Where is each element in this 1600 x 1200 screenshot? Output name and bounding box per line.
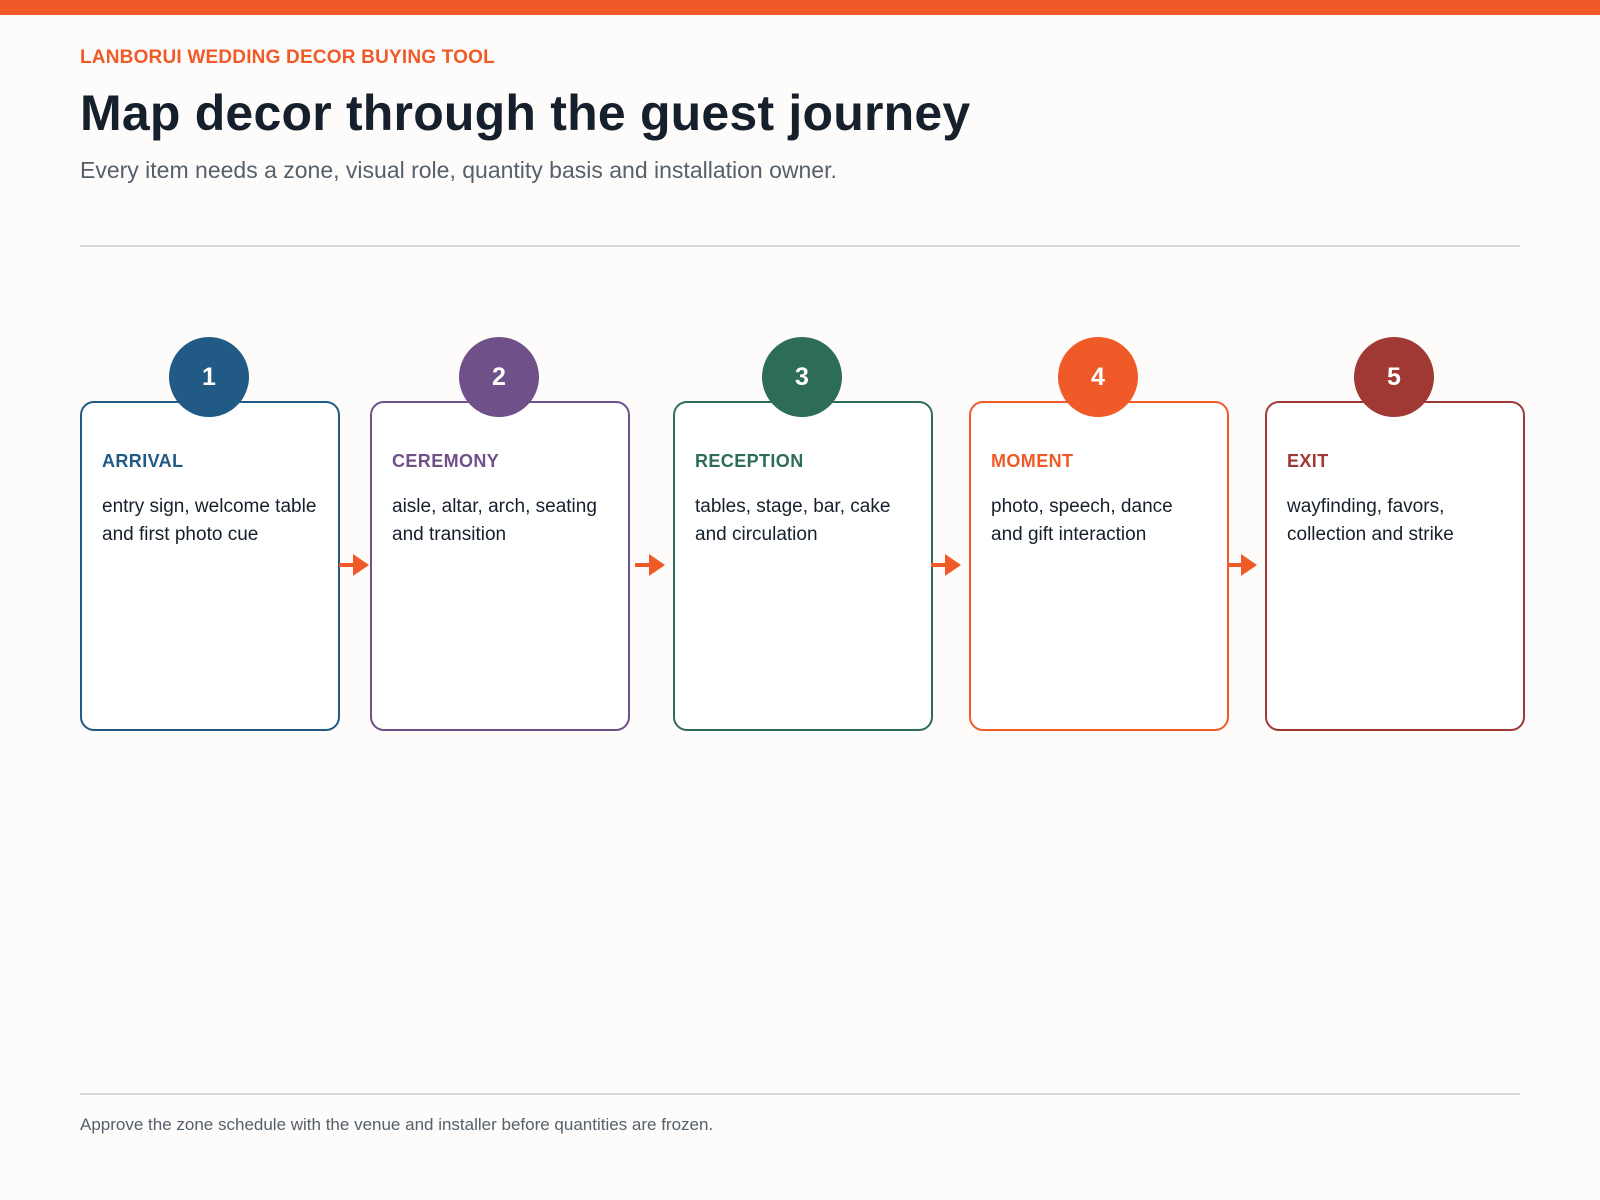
step-phase-label: EXIT <box>1287 451 1329 471</box>
step-card: CEREMONY aisle, altar, arch, seating and… <box>370 401 630 731</box>
step-number-badge: 4 <box>1058 337 1138 417</box>
footer-divider <box>80 1093 1520 1095</box>
page-subtitle: Every item needs a zone, visual role, qu… <box>80 157 837 183</box>
step-card: MOMENT photo, speech, dance and gift int… <box>969 401 1229 731</box>
arrow-right-icon <box>339 554 369 576</box>
step-description: aisle, altar, arch, seating and transiti… <box>392 496 597 545</box>
step-number-badge: 2 <box>459 337 539 417</box>
top-accent-bar <box>0 0 1600 15</box>
page-title: Map decor through the guest journey <box>80 85 971 141</box>
footer-note: Approve the zone schedule with the venue… <box>80 1115 714 1134</box>
step-phase-label: ARRIVAL <box>102 451 184 471</box>
eyebrow-label: LANBORUI WEDDING DECOR BUYING TOOL <box>80 47 495 68</box>
step-description: photo, speech, dance and gift interactio… <box>991 496 1173 545</box>
step-card: ARRIVAL entry sign, welcome table and fi… <box>80 401 340 731</box>
step-description: wayfinding, favors, collection and strik… <box>1287 496 1454 545</box>
step-phase-label: RECEPTION <box>695 451 804 471</box>
step-number-badge: 3 <box>762 337 842 417</box>
arrow-right-icon <box>635 554 665 576</box>
step-number-badge: 5 <box>1354 337 1434 417</box>
step-description: entry sign, welcome table and first phot… <box>102 496 317 545</box>
step-card: EXIT wayfinding, favors, collection and … <box>1265 401 1525 731</box>
step-phase-label: MOMENT <box>991 451 1074 471</box>
arrow-right-icon <box>931 554 961 576</box>
header-divider <box>80 245 1520 247</box>
step-card: RECEPTION tables, stage, bar, cake and c… <box>673 401 933 731</box>
arrow-right-icon <box>1227 554 1257 576</box>
step-number-badge: 1 <box>169 337 249 417</box>
step-phase-label: CEREMONY <box>392 451 500 471</box>
step-description: tables, stage, bar, cake and circulation <box>695 496 891 545</box>
